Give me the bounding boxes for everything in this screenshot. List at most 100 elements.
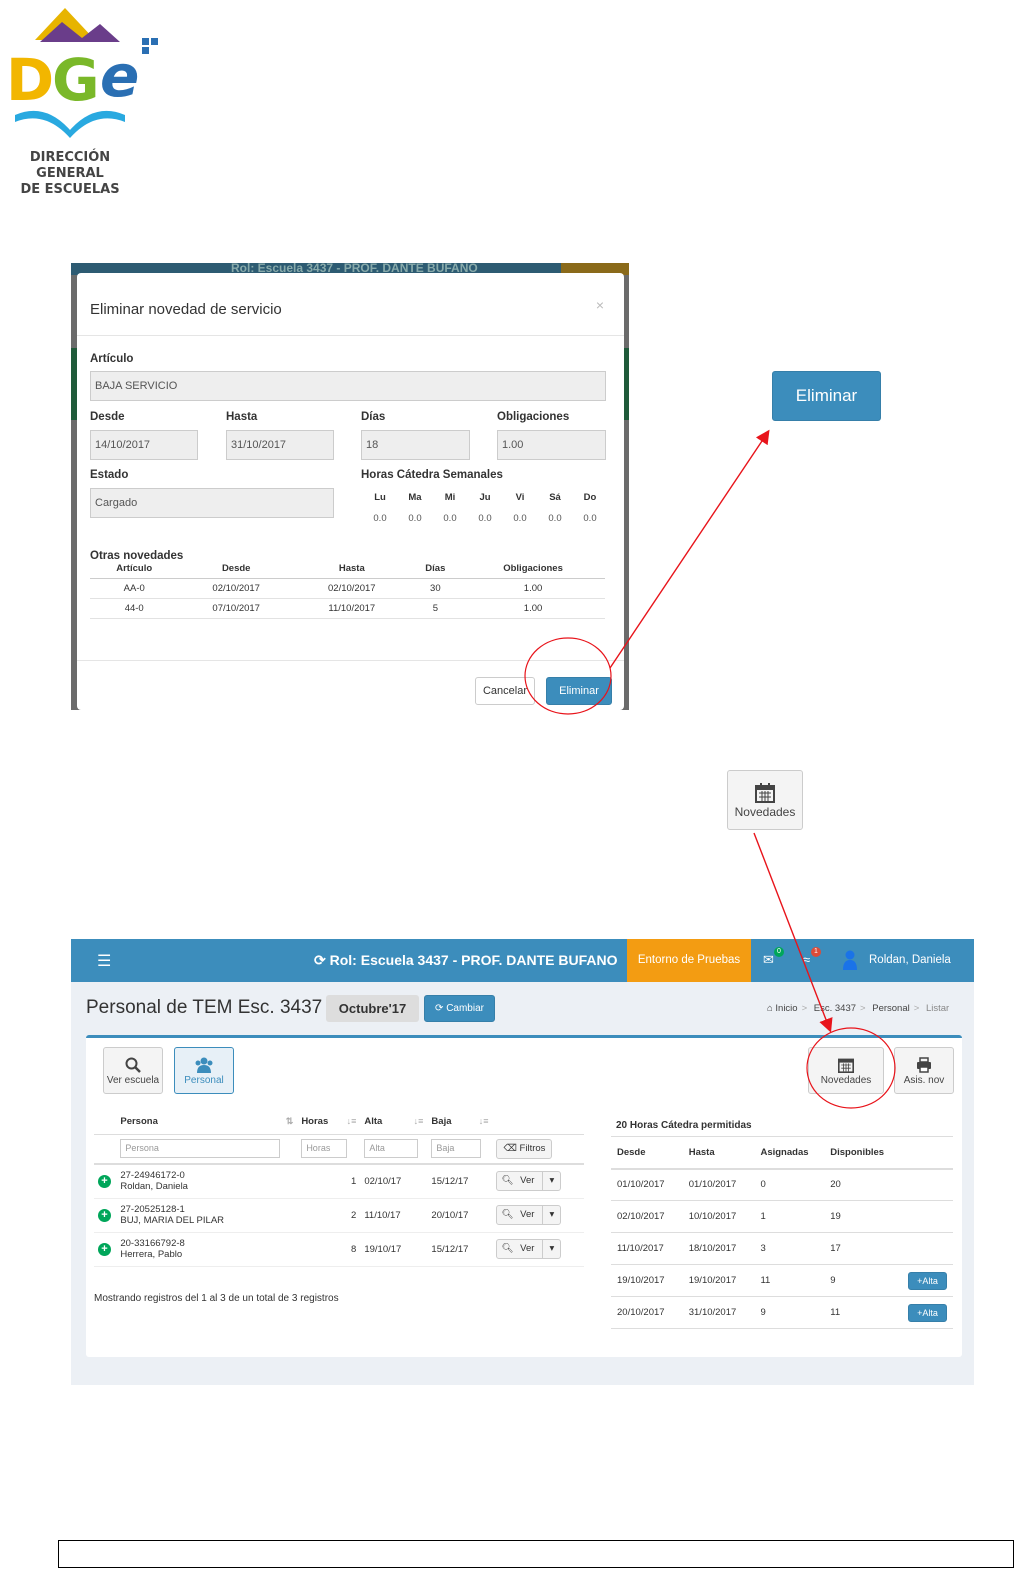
day-header: Sá	[549, 492, 561, 503]
print-icon	[917, 1057, 931, 1073]
notifications-icon[interactable]: ≈	[803, 952, 810, 967]
col-horas[interactable]: Horas ↓≡	[297, 1110, 361, 1135]
mail-icon[interactable]: ✉	[763, 952, 774, 968]
dias-field: 18	[361, 430, 470, 460]
ver-escuela-button[interactable]: Ver escuela	[103, 1047, 163, 1094]
baja-filter-input[interactable]: Baja	[431, 1139, 482, 1159]
sort-desc-icon[interactable]: ↓≡	[479, 1116, 489, 1126]
close-icon[interactable]: ×	[596, 297, 604, 313]
filters-button[interactable]: ⌫ Filtros	[496, 1138, 553, 1159]
desde-cell: 02/10/2017	[611, 1200, 683, 1233]
app-screenshot: ☰ ⟳ Rol: Escuela 3437 - PROF. DANTE BUFA…	[71, 939, 974, 1385]
table-header-row: Artículo Desde Hasta Días Obligaciones	[90, 560, 605, 579]
expand-row-icon[interactable]: +	[98, 1174, 111, 1188]
estado-field: Cargado	[90, 488, 334, 518]
month-label: Octubre'17	[326, 995, 419, 1022]
user-icon[interactable]	[843, 950, 857, 970]
breadcrumb-listar: Listar	[925, 1003, 950, 1014]
day-value: 0.0	[478, 513, 492, 524]
hasta-cell: 18/10/2017	[682, 1232, 755, 1265]
calendar-icon	[755, 783, 775, 803]
users-icon	[195, 1057, 213, 1073]
chevron-down-icon[interactable]: ▾	[542, 1172, 560, 1191]
user-name[interactable]: Roldan, Daniela	[869, 954, 951, 966]
disponibles-cell: 17	[824, 1232, 902, 1265]
expand-row-icon[interactable]: +	[98, 1208, 111, 1222]
horas-catedra-table: Desde Hasta Asignadas Disponibles 01/10/…	[611, 1136, 953, 1329]
table-row: + 20-33166792-8 Herrera, Pablo 8 19/10/17…	[94, 1232, 584, 1267]
alta-filter-input[interactable]: Alta	[364, 1139, 419, 1159]
table-row: AA-0 02/10/2017 02/10/2017 30 1.00	[90, 578, 605, 599]
cuil: 27-20525128-1	[120, 1204, 185, 1215]
col-asignadas: Asignadas	[754, 1136, 825, 1170]
col-baja[interactable]: Baja ↓≡	[427, 1110, 493, 1135]
horas-cell: 2	[297, 1198, 361, 1233]
rol-title[interactable]: ⟳ Rol: Escuela 3437 - PROF. DANTE BUFANO	[314, 952, 617, 969]
col-dias: Días	[409, 560, 462, 579]
breadcrumb: ⌂ Inicio > Esc. 3437 > Personal > Listar	[767, 1003, 950, 1014]
hasta-label: Hasta	[226, 411, 258, 423]
cell: 44-0	[90, 598, 179, 619]
sort-desc-icon[interactable]: ↓≡	[347, 1116, 357, 1126]
breadcrumb-escuela[interactable]: Esc. 3437	[814, 1003, 856, 1014]
alta-cell: 11/10/17	[360, 1198, 428, 1233]
novedades-button[interactable]: Novedades	[808, 1047, 884, 1094]
alta-button[interactable]: +Alta	[908, 1271, 947, 1290]
svg-text:e: e	[100, 42, 139, 110]
hasta-cell: 31/10/2017	[682, 1296, 755, 1329]
day-header: Lu	[374, 492, 386, 503]
table-row: 20/10/2017 31/10/2017 9 11 +Alta	[611, 1296, 953, 1329]
ver-button[interactable]: 🔍︎ Ver	[497, 1206, 542, 1224]
hasta-cell: 10/10/2017	[682, 1200, 755, 1233]
ver-button[interactable]: 🔍︎ Ver	[497, 1172, 542, 1190]
novedades-label: Novedades	[734, 805, 796, 819]
search-icon	[125, 1057, 141, 1073]
asignadas-cell: 1	[754, 1200, 825, 1233]
novedades-button-callout[interactable]: Novedades	[727, 770, 803, 830]
cell: 1.00	[461, 578, 605, 599]
delete-button[interactable]: Eliminar	[546, 677, 612, 705]
disponibles-cell: 19	[824, 1200, 902, 1233]
desde-field: 14/10/2017	[90, 430, 198, 460]
table-row: + 27-24946172-0 Roldan, Daniela 1 02/10/1…	[94, 1164, 584, 1199]
home-icon: ⌂	[767, 1003, 773, 1014]
personal-button[interactable]: Personal	[174, 1047, 234, 1094]
alta-button[interactable]: +Alta	[908, 1303, 947, 1322]
day-header: Ju	[479, 492, 491, 503]
breadcrumb-inicio[interactable]: Inicio	[775, 1003, 797, 1014]
persona-filter-input[interactable]: Persona	[120, 1139, 281, 1159]
refresh-icon: ⟳	[314, 952, 326, 968]
change-month-button[interactable]: ⟳ Cambiar	[424, 995, 495, 1022]
desde-label: Desde	[90, 411, 125, 423]
expand-row-icon[interactable]: +	[98, 1242, 111, 1256]
col-hasta: Hasta	[682, 1136, 755, 1170]
cancel-button[interactable]: Cancelar	[475, 677, 535, 705]
col-actions	[492, 1110, 584, 1135]
day-header: Mi	[444, 492, 456, 503]
arrow-to-eliminar	[609, 429, 770, 669]
cell: Horas	[297, 1134, 361, 1165]
chevron-down-icon[interactable]: ▾	[542, 1206, 560, 1224]
obligaciones-field: 1.00	[497, 430, 606, 460]
horas-cell: 1	[297, 1164, 361, 1199]
sort-icon[interactable]: ⇅	[286, 1116, 294, 1127]
cell: +Alta	[902, 1296, 953, 1329]
horas-filter-input[interactable]: Horas	[301, 1139, 348, 1159]
cell: Persona	[116, 1134, 298, 1165]
sort-desc-icon[interactable]: ↓≡	[414, 1116, 424, 1126]
asis-nov-button[interactable]: Asis. nov	[894, 1047, 954, 1094]
ver-button[interactable]: 🔍︎ Ver	[497, 1240, 542, 1258]
chevron-down-icon[interactable]: ▾	[542, 1240, 560, 1258]
cuil: 20-33166792-8	[120, 1238, 185, 1249]
delete-button-callout[interactable]: Eliminar	[772, 371, 881, 421]
hamburger-menu-icon[interactable]: ☰	[97, 951, 111, 971]
cell: 02/10/2017	[294, 578, 410, 599]
disponibles-cell: 9	[824, 1264, 902, 1297]
col-alta[interactable]: Alta ↓≡	[360, 1110, 428, 1135]
horas-catedra-title: 20 Horas Cátedra permitidas	[616, 1120, 752, 1131]
breadcrumb-personal[interactable]: Personal	[872, 1003, 910, 1014]
cell: +	[94, 1164, 117, 1199]
col-persona[interactable]: Persona ⇅	[116, 1110, 298, 1135]
articulo-label: Artículo	[90, 353, 134, 365]
col-hasta: Hasta	[294, 560, 410, 579]
